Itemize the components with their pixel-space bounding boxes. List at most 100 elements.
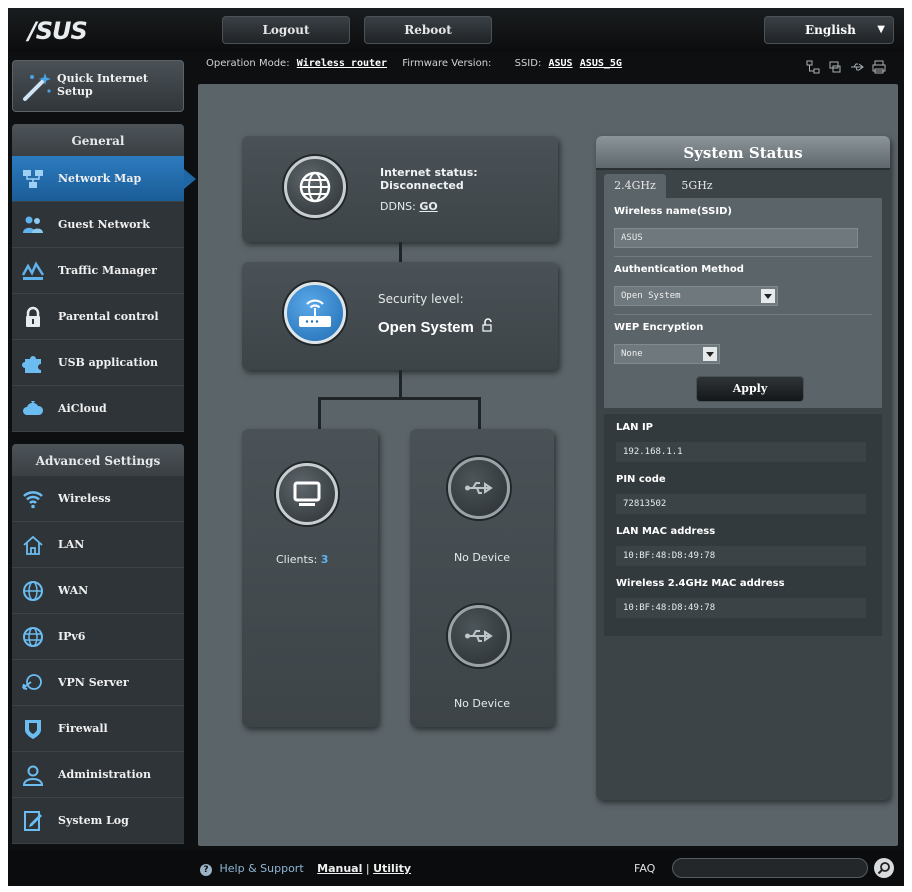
language-select[interactable]: English ▼ [764,16,894,44]
pin-code-value: 72813502 [616,494,866,514]
magic-wand-icon [21,71,53,103]
network-map-icon [22,168,44,190]
sidebar-item-wireless[interactable]: Wireless [12,476,184,522]
sidebar-item-label: Guest Network [58,218,150,231]
sidebar-item-traffic-manager[interactable]: Traffic Manager [12,248,184,294]
clients-count-link[interactable]: 3 [321,553,329,566]
info-line: Operation Mode: Wireless router Firmware… [206,58,626,69]
router-icon [284,282,346,344]
unlock-icon [482,318,494,335]
sidebar-item-guest-network[interactable]: Guest Network [12,202,184,248]
tab-2-4ghz[interactable]: 2.4GHz [604,174,666,198]
traffic-manager-icon [22,260,44,282]
logout-button[interactable]: Logout [222,16,350,44]
auth-method-label: Authentication Method [614,264,744,275]
sidebar-item-wan[interactable]: WAN [12,568,184,614]
lan-mac-label: LAN MAC address [616,526,716,537]
usb-port-2-icon[interactable] [448,605,510,667]
ssid-link-5g[interactable]: ASUS_5G [580,58,622,69]
usb-port-1-icon[interactable] [448,457,510,519]
auth-method-select[interactable]: Open System [614,286,778,306]
link-separator: | [365,862,370,875]
sidebar-item-aicloud[interactable]: AiCloud [12,386,184,432]
reboot-button[interactable]: Reboot [364,16,492,44]
log-icon [22,810,44,832]
lan-ip-label: LAN IP [616,422,654,433]
operation-mode-link[interactable]: Wireless router [297,58,387,69]
tab-5ghz[interactable]: 5GHz [666,174,728,198]
top-bar: /SUS Logout Reboot English ▼ [8,8,904,52]
help-support-label: Help & Support [219,862,304,875]
clients-card[interactable]: Clients: 3 [242,429,378,727]
sidebar-item-label: IPv6 [58,630,86,643]
system-status-panel: System Status 2.4GHz 5GHz Wireless name(… [596,136,890,800]
network-status-icon[interactable] [806,60,820,74]
divider [614,314,872,315]
usb-status-icon[interactable] [850,60,864,74]
sidebar-item-label: Traffic Manager [58,264,157,277]
manual-link[interactable]: Manual [317,862,362,875]
connector-line [318,397,321,429]
printer-status-icon[interactable] [872,60,886,74]
sidebar-item-administration[interactable]: Administration [12,752,184,798]
router-card[interactable]: Security level: Open System [242,262,558,370]
sidebar-item-vpn-server[interactable]: VPN Server [12,660,184,706]
language-value: English [805,23,856,37]
quick-internet-setup-button[interactable]: Quick Internet Setup [12,60,184,112]
wireless-settings-form: Wireless name(SSID) ASUS Authentication … [604,198,882,408]
vpn-icon [22,672,44,694]
general-header: General [12,124,184,158]
operation-mode-label: Operation Mode: [206,58,290,69]
ddns-label: DDNS: [380,200,416,213]
lan-info-section: LAN IP 192.168.1.1 PIN code 72813502 LAN… [604,414,882,636]
wep-encryption-select[interactable]: None [614,344,720,364]
status-icons [806,60,886,74]
user-icon [22,764,44,786]
router-admin-window: /SUS Logout Reboot English ▼ Operation M… [8,8,904,886]
sidebar-item-usb-application[interactable]: USB application [12,340,184,386]
chevron-down-icon [703,347,717,361]
security-level-value: Open System [378,319,474,336]
advanced-menu: Wireless LAN WAN IPv6 VPN Server Firewal… [12,476,184,844]
sidebar-item-label: AiCloud [58,402,107,415]
sidebar-item-system-log[interactable]: System Log [12,798,184,844]
usb-card: No Device No Device [410,429,554,727]
ssid-input[interactable]: ASUS [614,228,858,248]
divider [614,256,872,257]
pin-code-label: PIN code [616,474,666,485]
chevron-down-icon [761,289,775,303]
monitor-icon [276,463,338,525]
apply-button[interactable]: Apply [696,376,804,402]
internet-globe-icon [284,156,346,218]
connector-line [478,397,481,429]
usb-port-1-status: No Device [453,551,511,564]
internet-card[interactable]: Internet status: Disconnected DDNS: GO [242,136,558,242]
sidebar-item-label: Parental control [58,310,159,323]
sidebar-item-parental-control[interactable]: Parental control [12,294,184,340]
usb-port-2-status: No Device [453,697,511,710]
sidebar-item-lan[interactable]: LAN [12,522,184,568]
internet-status-value: Disconnected [380,179,464,192]
ssid-link-24[interactable]: ASUS [549,58,573,69]
sidebar-item-ipv6[interactable]: IPv6 [12,614,184,660]
guest-network-icon [22,214,44,236]
sidebar-item-label: Administration [58,768,152,781]
ssid-field-label: Wireless name(SSID) [614,206,732,217]
band-tabs: 2.4GHz 5GHz [604,174,728,198]
wifi-status-icon[interactable] [828,60,842,74]
faq-search-input[interactable] [672,858,868,878]
connector-line [399,242,402,262]
sidebar-item-firewall[interactable]: Firewall [12,706,184,752]
utility-link[interactable]: Utility [373,862,411,875]
internet-status-label: Internet status: [380,166,478,179]
wep-encryption-value: None [621,349,643,359]
sidebar-item-network-map[interactable]: Network Map [12,156,196,202]
lock-icon [22,306,44,328]
help-icon: ? [200,864,212,876]
wireless-mac-value: 10:BF:48:D8:49:78 [616,598,866,618]
chevron-down-icon: ▼ [877,24,885,35]
search-icon [877,862,890,875]
ddns-go-link[interactable]: GO [419,200,437,213]
search-button[interactable] [874,858,894,878]
general-menu: Network Map Guest Network Traffic Manage… [12,156,196,432]
